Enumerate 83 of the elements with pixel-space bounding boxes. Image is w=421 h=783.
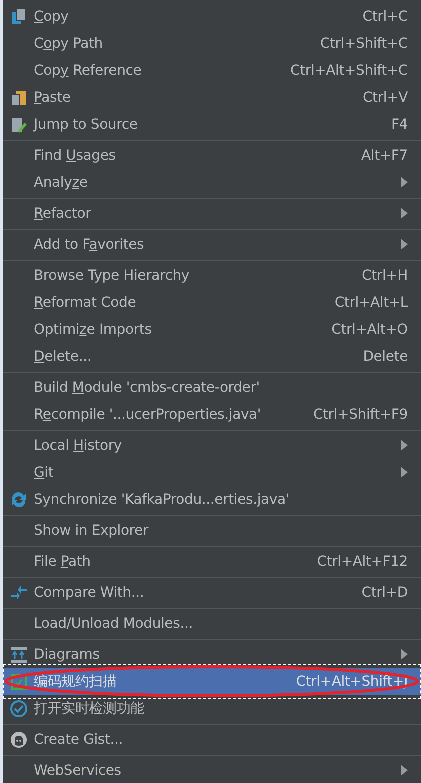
menu-item[interactable]: Git xyxy=(3,459,421,486)
shortcut-label: Ctrl+Shift+C xyxy=(320,36,408,52)
menu-item-label: Build Module 'cmbs-create-order' xyxy=(34,380,261,396)
menu-item[interactable]: Build Module 'cmbs-create-order' xyxy=(3,374,421,401)
check-circle-icon xyxy=(10,700,28,718)
menu-item-label: Copy Reference xyxy=(34,62,143,78)
shortcut-label: Ctrl+D xyxy=(362,584,408,600)
menu-item[interactable]: Browse Type Hierarchy Ctrl+H xyxy=(3,262,421,289)
submenu-arrow-icon xyxy=(401,467,408,478)
menu-item-label: Recompile '...ucerProperties.java' xyxy=(34,406,262,422)
shortcut-label: Ctrl+Alt+L xyxy=(334,294,408,310)
menu-item[interactable]: Diagrams xyxy=(3,641,421,668)
menu-item[interactable]: Synchronize 'KafkaProdu...erties.java' xyxy=(3,486,421,513)
menu-item-label: Compare With... xyxy=(34,584,146,600)
menu-item[interactable]: Add to Favorites xyxy=(3,231,421,258)
menu-item[interactable]: Reformat Code Ctrl+Alt+L xyxy=(3,289,421,316)
menu-item-label: 打开实时检测功能 xyxy=(34,700,146,718)
shortcut-label: Ctrl+C xyxy=(362,8,408,24)
menu-item[interactable]: Paste Ctrl+V xyxy=(3,84,421,111)
menu-item[interactable]: Load/Unload Modules... xyxy=(3,610,421,637)
shortcut-label: Alt+F7 xyxy=(362,148,408,164)
menu-item[interactable]: 打开实时检测功能 xyxy=(3,695,421,722)
menu-item-label: Analyze xyxy=(34,174,89,190)
octocat-icon xyxy=(10,730,28,748)
menu-item[interactable]: Copy Reference Ctrl+Alt+Shift+C xyxy=(3,57,421,84)
diagram-icon xyxy=(10,646,28,664)
menu-item-label: Reformat Code xyxy=(34,294,138,310)
submenu-arrow-icon xyxy=(401,239,408,250)
menu-item-label: Copy Path xyxy=(34,36,104,52)
shortcut-label: F4 xyxy=(391,116,408,132)
menu-item-label: Jump to Source xyxy=(34,116,139,132)
clipboard-icon xyxy=(10,88,28,106)
menu-item-label: Optimize Imports xyxy=(34,322,153,338)
menu-item-label: Create Gist... xyxy=(34,732,124,748)
edit-file-icon xyxy=(10,116,28,134)
menu-item[interactable]: WebServices xyxy=(3,757,421,783)
menu-item[interactable]: Compare With... Ctrl+D xyxy=(3,579,421,606)
shortcut-label: Ctrl+H xyxy=(362,268,408,284)
scan-icon xyxy=(10,672,28,690)
menu-item-label: Show in Explorer xyxy=(34,522,150,538)
menu-item[interactable]: Delete... Delete xyxy=(3,343,421,370)
shortcut-label: Ctrl+V xyxy=(362,90,408,106)
menu-item-label: WebServices xyxy=(34,762,122,778)
menu-item[interactable]: Local History xyxy=(3,432,421,459)
menu-item[interactable]: Show in Explorer xyxy=(3,517,421,544)
submenu-arrow-icon xyxy=(401,177,408,188)
menu-item[interactable]: Refactor xyxy=(3,200,421,227)
menu-item-label: Load/Unload Modules... xyxy=(34,616,194,632)
submenu-arrow-icon xyxy=(401,208,408,219)
shortcut-label: Ctrl+Alt+F12 xyxy=(317,554,408,570)
menu-item-label: File Path xyxy=(34,554,92,570)
submenu-arrow-icon xyxy=(401,649,408,660)
shortcut-label: Ctrl+Shift+F9 xyxy=(313,406,408,422)
menu-item-label: Find Usages xyxy=(34,148,117,164)
menu-item[interactable]: Copy Path Ctrl+Shift+C xyxy=(3,30,421,57)
menu-item[interactable]: File Path Ctrl+Alt+F12 xyxy=(3,548,421,575)
menu-item-label: Diagrams xyxy=(34,646,101,662)
menu-item-label: 编码规约扫描 xyxy=(34,672,118,690)
menu-item-label: Add to Favorites xyxy=(34,236,146,252)
menu-item-label: Local History xyxy=(34,438,123,454)
menu-item[interactable]: Find Usages Alt+F7 xyxy=(3,142,421,169)
menu-item-label: Paste xyxy=(34,90,72,106)
submenu-arrow-icon xyxy=(401,440,408,451)
menu-item-label: Synchronize 'KafkaProdu...erties.java' xyxy=(34,492,291,508)
menu-item[interactable]: Optimize Imports Ctrl+Alt+O xyxy=(3,316,421,343)
submenu-arrow-icon xyxy=(401,765,408,776)
copy-icon xyxy=(10,8,28,26)
shortcut-label: Ctrl+Alt+Shift+C xyxy=(290,62,408,78)
menu-item-label: Git xyxy=(34,464,55,480)
sync-icon xyxy=(10,490,28,508)
compare-icon xyxy=(10,584,28,602)
shortcut-label: Delete xyxy=(363,348,408,364)
menu-item-label: Delete... xyxy=(34,348,93,364)
menu-item[interactable]: Copy Ctrl+C xyxy=(3,3,421,30)
menu-item[interactable]: Recompile '...ucerProperties.java' Ctrl+Shift+F9 xyxy=(3,401,421,428)
menu-item[interactable]: Analyze xyxy=(3,169,421,196)
menu-item[interactable]: Jump to Source F4 xyxy=(3,111,421,138)
menu-item-label: Copy xyxy=(34,8,70,24)
shortcut-label: Ctrl+Alt+O xyxy=(332,322,408,338)
menu-item-label: Browse Type Hierarchy xyxy=(34,268,191,284)
menu-item-label: Refactor xyxy=(34,206,92,222)
shortcut-label: Ctrl+Alt+Shift+J xyxy=(296,674,408,690)
menu-item[interactable]: Create Gist... xyxy=(3,726,421,753)
